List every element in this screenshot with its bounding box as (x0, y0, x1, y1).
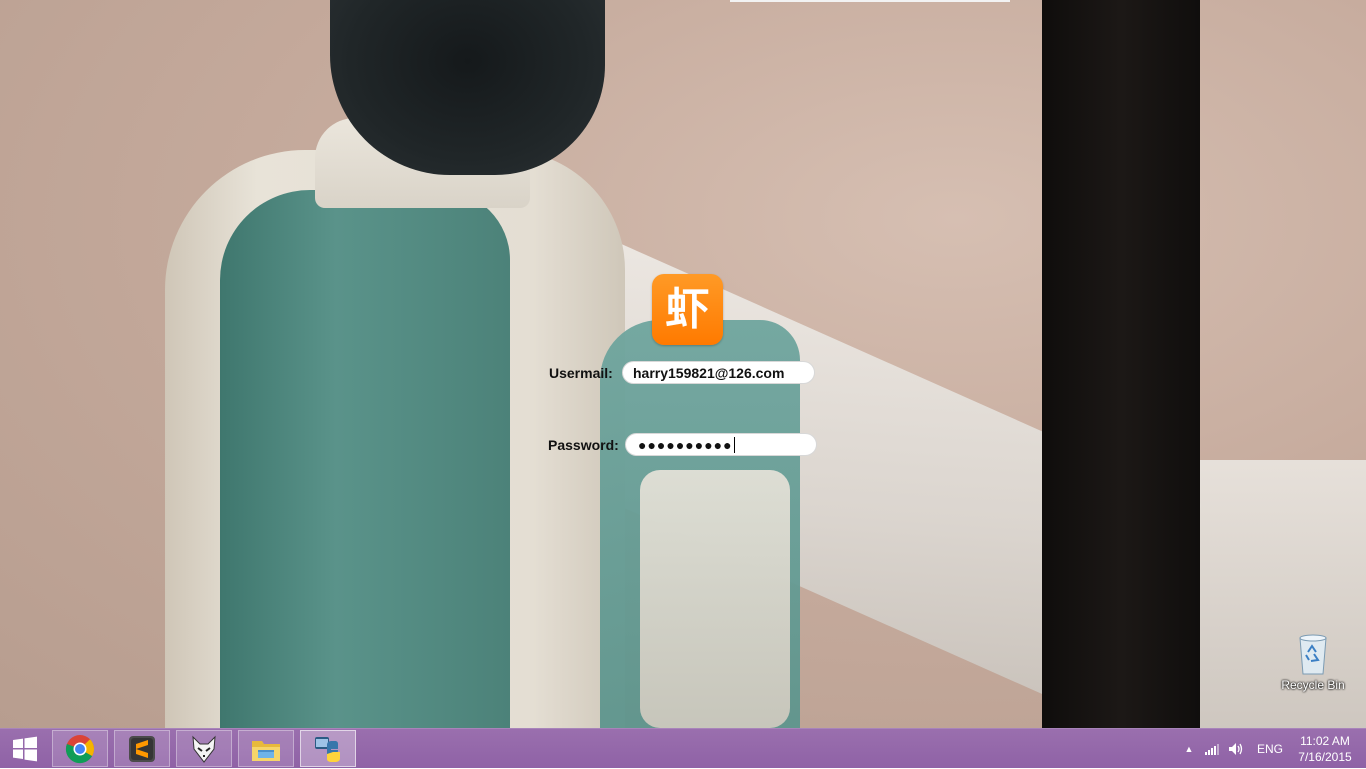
app-logo: 虾 (652, 274, 723, 345)
file-explorer-icon (252, 740, 280, 761)
system-tray: ▲ ENG 11:02 AM 7/16/2015 (1166, 729, 1366, 769)
start-button[interactable] (0, 729, 50, 769)
wallpaper-robe-inner (220, 190, 510, 728)
taskbar-python-button[interactable] (300, 730, 356, 767)
recycle-bin-label: Recycle Bin (1281, 678, 1345, 692)
text-caret (733, 436, 735, 453)
password-input[interactable]: ●●●●●●●●●● (625, 433, 817, 456)
network-icon[interactable] (1202, 729, 1222, 769)
foobar-player-icon (192, 735, 216, 763)
usermail-value: harry159821@126.com (633, 364, 785, 381)
volume-icon[interactable] (1226, 729, 1246, 769)
window-edge-strip (730, 0, 1010, 2)
taskbar-chrome-button[interactable] (52, 730, 108, 767)
clock-date: 7/16/2015 (1298, 750, 1352, 764)
app-logo-glyph: 虾 (665, 283, 710, 335)
recycle-bin-shortcut[interactable]: Recycle Bin (1278, 632, 1348, 702)
clock-time: 11:02 AM (1300, 734, 1350, 748)
sublime-text-icon (129, 735, 155, 762)
taskbar: ▲ ENG 11:02 AM 7/16/2015 (0, 728, 1366, 768)
wallpaper-sleeve-cuff (640, 470, 790, 728)
password-value: ●●●●●●●●●● (638, 436, 733, 453)
desktop-wallpaper: 虾 Usermail: harry159821@126.com Password… (0, 0, 1366, 728)
windows-logo-icon (13, 736, 37, 762)
taskbar-sublime-button[interactable] (114, 730, 170, 767)
show-hidden-icons-chevron-icon[interactable]: ▲ (1182, 729, 1196, 769)
usermail-label: Usermail: (549, 365, 613, 381)
input-language-indicator[interactable]: ENG (1254, 729, 1286, 769)
taskbar-foobar-button[interactable] (176, 730, 232, 767)
wallpaper-pillar (1042, 0, 1200, 728)
chrome-icon (65, 734, 94, 763)
usermail-input[interactable]: harry159821@126.com (622, 361, 815, 384)
password-label: Password: (548, 437, 619, 453)
python-icon (315, 736, 340, 762)
recycle-bin-icon (1297, 632, 1329, 676)
taskbar-explorer-button[interactable] (238, 730, 294, 767)
clock[interactable]: 11:02 AM 7/16/2015 (1292, 729, 1358, 769)
